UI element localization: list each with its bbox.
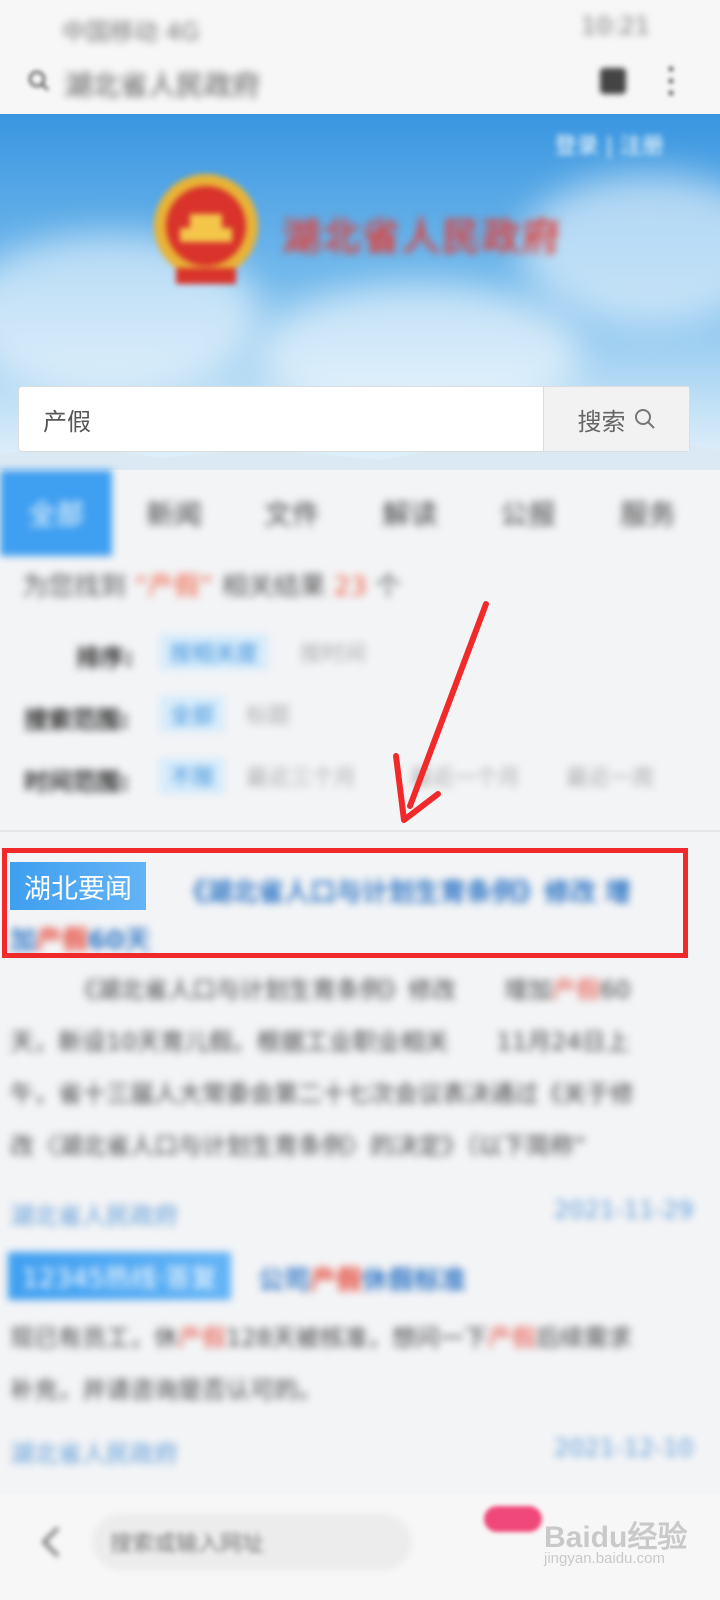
annotation-highlight-box [2,848,688,958]
tab-bulletin[interactable]: 公报 [472,470,584,556]
snippet-text: 后续需求 [535,1324,632,1352]
filter-scope-title[interactable]: 标题 [236,696,300,732]
filter-sort: 排序: 按相关度 按时间 [0,634,720,674]
national-emblem-icon [154,174,258,284]
snippet-text: 改〈湖北省人口与计划生育条例〉的决定》（以下简称“ [10,1132,587,1160]
search-input[interactable] [19,387,545,451]
snippet-text: 现已有员工，休 [10,1324,178,1352]
search-icon [28,70,49,91]
snippet-text: 补充，并请咨询是否认可的。 [10,1376,322,1404]
more-menu-icon[interactable] [668,64,674,98]
address-query[interactable]: 湖北省人民政府 [64,64,260,104]
carrier-text: 中国移动 4G [62,18,200,46]
site-title[interactable]: 湖北省人民政府 [282,206,562,261]
result-item[interactable]: 12345热线·答复 公司产假休假标准 现已有员工，休产假128天被核准，想问一… [0,1236,720,1476]
result-snippet: 《湖北省人口与计划生育条例》修改 增加产假60 天，新设10天育儿假。根据工业职… [10,964,634,1172]
snippet-text: 《湖北省人口与计划生育条例》修改 增加 [72,976,552,1004]
filter-scope-all[interactable]: 全部 [160,696,225,732]
snippet-text: 午，省十三届人大常委会第二十七次会议表决通过《关于修 [10,1080,634,1108]
filter-sort-relevance[interactable]: 按相关度 [160,634,269,670]
summary-suffix: 个 [375,572,402,602]
filter-scope-label: 搜索范围: [24,706,130,734]
snippet-text: 60 [600,976,631,1004]
tab-news[interactable]: 新闻 [118,470,230,556]
tab-documents[interactable]: 文件 [236,470,348,556]
clock-text: 10:21 [580,12,650,40]
filter-time-label: 时间范围: [24,768,130,796]
login-link[interactable]: 登录 | 注册 [555,128,664,160]
category-tabs: 全部 新闻 文件 解读 公报 服务 [0,470,720,556]
summary-count: 23 [333,572,367,602]
result-title-part: 公司 [258,1266,311,1296]
summary-middle: 相关结果 [221,572,326,602]
tab-all[interactable]: 全部 [0,470,112,556]
filter-time-1w[interactable]: 最近一周 [556,758,664,794]
result-summary: 为您找到 “产假” 相关结果 23 个 [22,566,401,603]
divider [0,830,720,832]
notification-badge[interactable] [484,1506,542,1532]
search-button[interactable]: 搜索 [543,387,689,451]
result-snippet: 现已有员工，休产假128天被核准，想问一下产假后续需求 补充，并请咨询是否认可的… [10,1312,632,1416]
snippet-keyword: 产假 [487,1324,536,1352]
snippet-keyword: 产假 [552,976,600,1004]
snippet-text: 天，新设10天育儿假。根据工业职业相关 11月24日上 [10,1028,630,1056]
magnifier-icon [634,409,655,429]
tab-interpretation[interactable]: 解读 [354,470,466,556]
filter-sort-time[interactable]: 按时间 [290,634,376,670]
tab-services[interactable]: 服务 [592,470,704,556]
filter-time-any[interactable]: 不限 [160,758,225,794]
snippet-keyword: 产假 [178,1324,226,1352]
baidu-watermark: Baidu经验 jingyan.baidu.com [544,1494,694,1574]
bottom-search-input[interactable]: 搜索或输入网址 [92,1514,412,1570]
snippet-text: 128天被核准，想问一下 [226,1324,488,1352]
result-title-keyword: 产假 [310,1266,363,1296]
result-date: 2021-11-29 [554,1196,694,1224]
summary-keyword: “产假” [134,572,214,602]
result-source[interactable]: 湖北省人民政府 [10,1196,178,1231]
search-box: 搜索 [18,386,690,452]
watermark-sub: jingyan.baidu.com [544,1550,665,1567]
result-title[interactable]: 公司产假休假标准 [258,1260,466,1297]
filter-sort-label: 排序: [76,644,134,672]
filter-scope: 搜索范围: 全部 标题 [0,696,720,736]
back-icon[interactable] [36,1522,66,1562]
summary-prefix: 为您找到 [22,572,127,602]
search-button-label: 搜索 [577,407,626,436]
result-title-part: 休假标准 [362,1266,467,1296]
status-bar: 中国移动 4G 10:21 [0,0,720,50]
result-source[interactable]: 湖北省人民政府 [10,1434,178,1469]
browser-address-bar[interactable]: 湖北省人民政府 [0,50,720,114]
filter-time-1m[interactable]: 最近一个月 [400,758,530,794]
result-tag: 12345热线·答复 [8,1252,231,1300]
filter-time: 时间范围: 不限 最近三个月 最近一个月 最近一周 [0,758,720,798]
home-icon[interactable] [600,68,626,94]
filter-time-3m[interactable]: 最近三个月 [236,758,366,794]
result-date: 2021-12-10 [554,1434,694,1462]
